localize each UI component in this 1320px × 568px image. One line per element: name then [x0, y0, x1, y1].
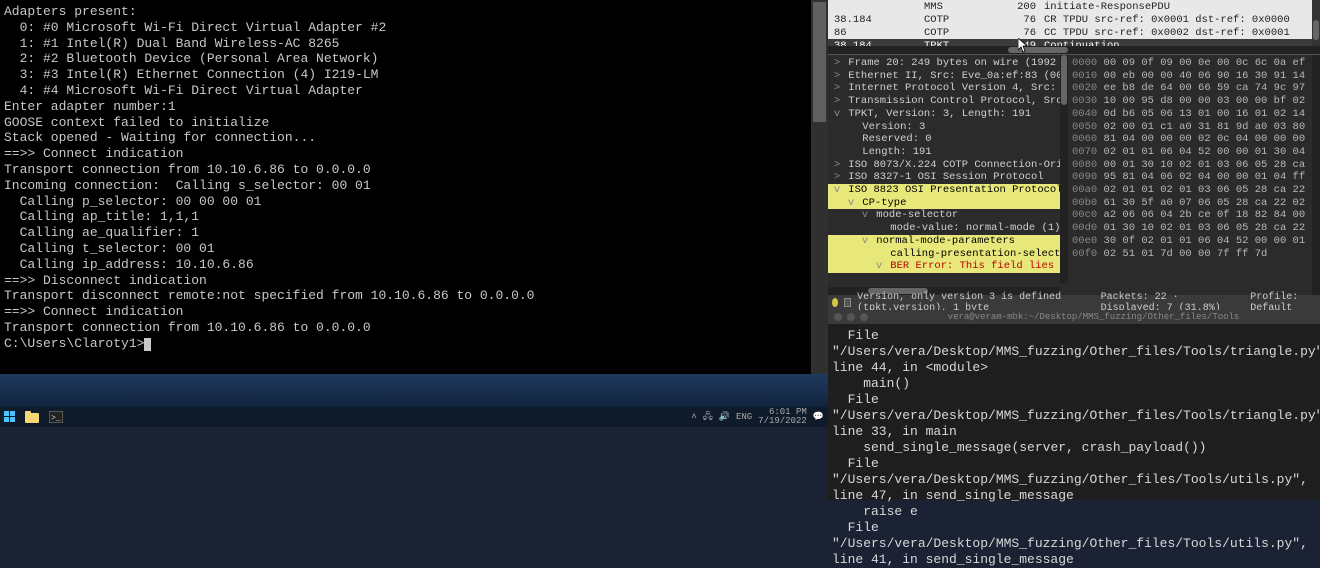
packet-list-hscroll-thumb[interactable] [1008, 47, 1068, 53]
mac-terminal-output[interactable]: File "/Users/vera/Desktop/MMS_fuzzing/Ot… [828, 324, 1320, 568]
tray-date: 7/19/2022 [758, 417, 807, 426]
tree-node[interactable]: v normal-mode-parameters [828, 235, 1068, 248]
tree-node[interactable]: > ISO 8327-1 OSI Session Protocol [828, 171, 1068, 184]
packet-row[interactable]: 86COTP76CC TPDU src-ref: 0x0002 dst-ref:… [828, 26, 1320, 39]
packet-row[interactable]: MMS200initiate-ResponsePDU [828, 0, 1320, 13]
hex-row[interactable]: 0000 00 09 0f 09 00 0e 00 0c 6c 0a ef 83… [1072, 57, 1316, 70]
hex-row[interactable]: 0080 00 01 30 10 02 01 03 06 05 28 ca 22… [1072, 159, 1316, 172]
tree-node[interactable]: > Transmission Control Protocol, Src Por… [828, 95, 1068, 108]
tray-network-icon[interactable]: 🖧 [703, 409, 713, 425]
hex-row[interactable]: 0070 02 01 01 06 04 52 00 00 01 30 04 06… [1072, 146, 1316, 159]
windows-cmd-window: Adapters present: 0: #0 Microsoft Wi-Fi … [0, 0, 828, 427]
hex-row[interactable]: 0090 95 81 04 06 02 04 00 00 01 04 ff e1… [1072, 171, 1316, 184]
system-tray[interactable]: ˄ 🖧 🔊 ENG 6:01 PM 7/19/2022 💬 [691, 408, 828, 426]
tree-node[interactable]: v mode-selector [828, 209, 1068, 222]
hex-dump[interactable]: 0000 00 09 0f 09 00 0e 00 0c 6c 0a ef 83… [1068, 55, 1320, 295]
tray-clock[interactable]: 6:01 PM 7/19/2022 [758, 408, 807, 426]
tree-vscroll[interactable] [1060, 55, 1068, 283]
hex-row[interactable]: 0030 10 00 95 d8 00 00 03 00 00 bf 02 f0… [1072, 95, 1316, 108]
tree-node[interactable]: v CP-type [828, 197, 1068, 210]
packet-list-hscroll[interactable] [828, 46, 1320, 54]
hex-row[interactable]: 00f0 02 51 01 7d 00 00 7f ff 7d [1072, 248, 1316, 261]
tray-chevron-icon[interactable]: ˄ [691, 412, 696, 422]
tree-node[interactable]: mode-value: normal-mode (1) [828, 222, 1068, 235]
start-button[interactable] [0, 407, 20, 427]
tray-lang[interactable]: ENG [736, 412, 752, 422]
tree-node[interactable]: Version: 3 [828, 121, 1068, 134]
mac-window-title: vera@veram-mbk:~/Desktop/MMS_fuzzing/Oth… [873, 312, 1314, 322]
tree-node[interactable]: v TPKT, Version: 3, Length: 191 [828, 108, 1068, 121]
hex-vscroll[interactable] [1312, 55, 1320, 295]
hex-row[interactable]: 0020 ee b8 de 64 00 66 59 ca 74 9c 97 ed… [1072, 82, 1316, 95]
hex-row[interactable]: 00c0 a2 06 06 04 2b ce 0f 18 82 84 00 0c… [1072, 209, 1316, 222]
hex-row[interactable]: 0050 02 00 01 c1 a0 31 81 9d a0 03 80 01… [1072, 121, 1316, 134]
tray-volume-icon[interactable]: 🔊 [719, 412, 730, 422]
mouse-cursor-icon [1018, 38, 1030, 54]
cmd-scroll-thumb[interactable] [813, 2, 826, 122]
hex-row[interactable]: 00a0 02 01 01 02 01 03 06 05 28 ca 22 02… [1072, 184, 1316, 197]
tree-node[interactable]: Length: 191 [828, 146, 1068, 159]
protocol-tree[interactable]: > Frame 20: 249 bytes on wire (1992 bits… [828, 55, 1068, 295]
tree-node[interactable]: > Ethernet II, Src: Eve_0a:ef:83 (00:0c:… [828, 70, 1068, 83]
tree-vscroll-thumb[interactable] [1061, 55, 1067, 105]
windows-taskbar[interactable]: >_ ˄ 🖧 🔊 ENG 6:01 PM 7/19/2022 💬 [0, 407, 828, 427]
tree-node[interactable]: Reserved: 0 [828, 133, 1068, 146]
packet-list-vscroll[interactable] [1312, 0, 1320, 46]
wireshark-packet-list[interactable]: MMS200initiate-ResponsePDU38.184COTP76CR… [828, 0, 1320, 55]
wireshark-status-bar: Version, only version 3 is defined (tpkt… [828, 295, 1320, 310]
tree-node[interactable]: > Internet Protocol Version 4, Src: 10.1… [828, 82, 1068, 95]
hex-row[interactable]: 0060 81 04 00 00 00 02 0c 04 00 00 00 01… [1072, 133, 1316, 146]
tree-node[interactable]: calling-presentation-selector: [828, 248, 1068, 261]
hex-row[interactable]: 00b0 61 30 5f a0 07 06 05 28 ca 22 02 03… [1072, 197, 1316, 210]
tree-node[interactable]: > Frame 20: 249 bytes on wire (1992 bits… [828, 57, 1068, 70]
tree-node[interactable]: v BER Error: This field lies beyo… [828, 260, 1068, 273]
capture-file-icon[interactable] [844, 298, 851, 307]
packet-list-vscroll-thumb[interactable] [1313, 20, 1319, 40]
packet-row[interactable]: 38.184COTP76CR TPDU src-ref: 0x0001 dst-… [828, 13, 1320, 26]
mac-terminal-window: vera@veram-mbk:~/Desktop/MMS_fuzzing/Oth… [828, 310, 1320, 500]
taskbar-cmd[interactable]: >_ [45, 408, 67, 426]
traffic-light-minimize[interactable] [847, 313, 855, 321]
mac-titlebar[interactable]: vera@veram-mbk:~/Desktop/MMS_fuzzing/Oth… [828, 310, 1320, 324]
hex-row[interactable]: 0040 0d b6 05 06 13 01 00 16 01 02 14 02… [1072, 108, 1316, 121]
hex-row[interactable]: 0010 00 eb 00 00 40 06 90 16 30 91 14 0a… [1072, 70, 1316, 83]
taskbar-explorer[interactable] [21, 408, 43, 426]
tree-node[interactable]: > ISO 8073/X.224 COTP Connection-Oriente… [828, 159, 1068, 172]
host-background [0, 427, 828, 500]
svg-text:>_: >_ [51, 414, 61, 423]
traffic-light-zoom[interactable] [860, 313, 868, 321]
hex-row[interactable]: 00d0 01 30 10 02 01 03 06 05 28 ca 22 02… [1072, 222, 1316, 235]
traffic-light-close[interactable] [834, 313, 842, 321]
expert-info-icon[interactable] [832, 298, 838, 307]
tray-notification-icon[interactable]: 💬 [813, 412, 824, 422]
wireshark-details-pane: > Frame 20: 249 bytes on wire (1992 bits… [828, 55, 1320, 295]
cmd-scrollbar[interactable] [811, 0, 828, 374]
desktop-background [0, 374, 828, 407]
tree-node[interactable]: v ISO 8823 OSI Presentation Protocol [828, 184, 1068, 197]
hex-row[interactable]: 00e0 30 0f 02 01 01 06 04 52 00 00 01 30… [1072, 235, 1316, 248]
cmd-output[interactable]: Adapters present: 0: #0 Microsoft Wi-Fi … [0, 0, 808, 374]
